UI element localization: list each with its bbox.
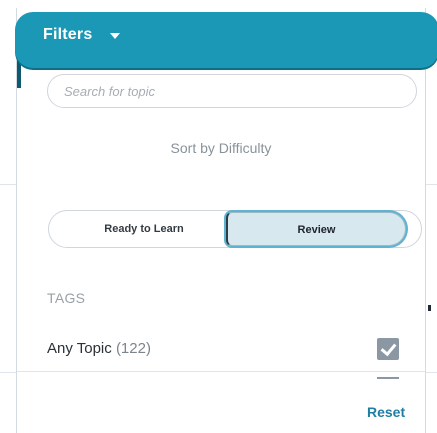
tag-row-any-topic[interactable]: Any Topic (122) bbox=[47, 338, 407, 362]
filters-title: Filters bbox=[43, 26, 93, 43]
checkbox-checked-icon[interactable] bbox=[377, 338, 399, 360]
sort-by-difficulty-button[interactable]: Sort by Difficulty bbox=[17, 140, 425, 156]
reset-button[interactable]: Reset bbox=[367, 404, 405, 420]
tag-name: Any Topic bbox=[47, 340, 112, 357]
background-mark bbox=[428, 305, 431, 311]
tags-heading: TAGS bbox=[47, 290, 86, 306]
tag-label: Any Topic (122) bbox=[47, 340, 151, 357]
checkbox-partial-icon bbox=[377, 377, 399, 379]
filters-toggle-button[interactable]: Filters bbox=[15, 12, 437, 68]
filter-panel: Filters Sort by Difficulty Ready to Lear… bbox=[15, 8, 437, 433]
caret-down-icon bbox=[110, 33, 120, 39]
ready-to-learn-option[interactable]: Ready to Learn bbox=[59, 211, 229, 247]
search-input[interactable] bbox=[47, 74, 417, 108]
mode-toggle: Ready to Learn Review bbox=[48, 210, 422, 248]
review-option[interactable]: Review bbox=[226, 212, 406, 246]
tag-count: (122) bbox=[115, 340, 151, 357]
footer-divider bbox=[17, 371, 425, 372]
